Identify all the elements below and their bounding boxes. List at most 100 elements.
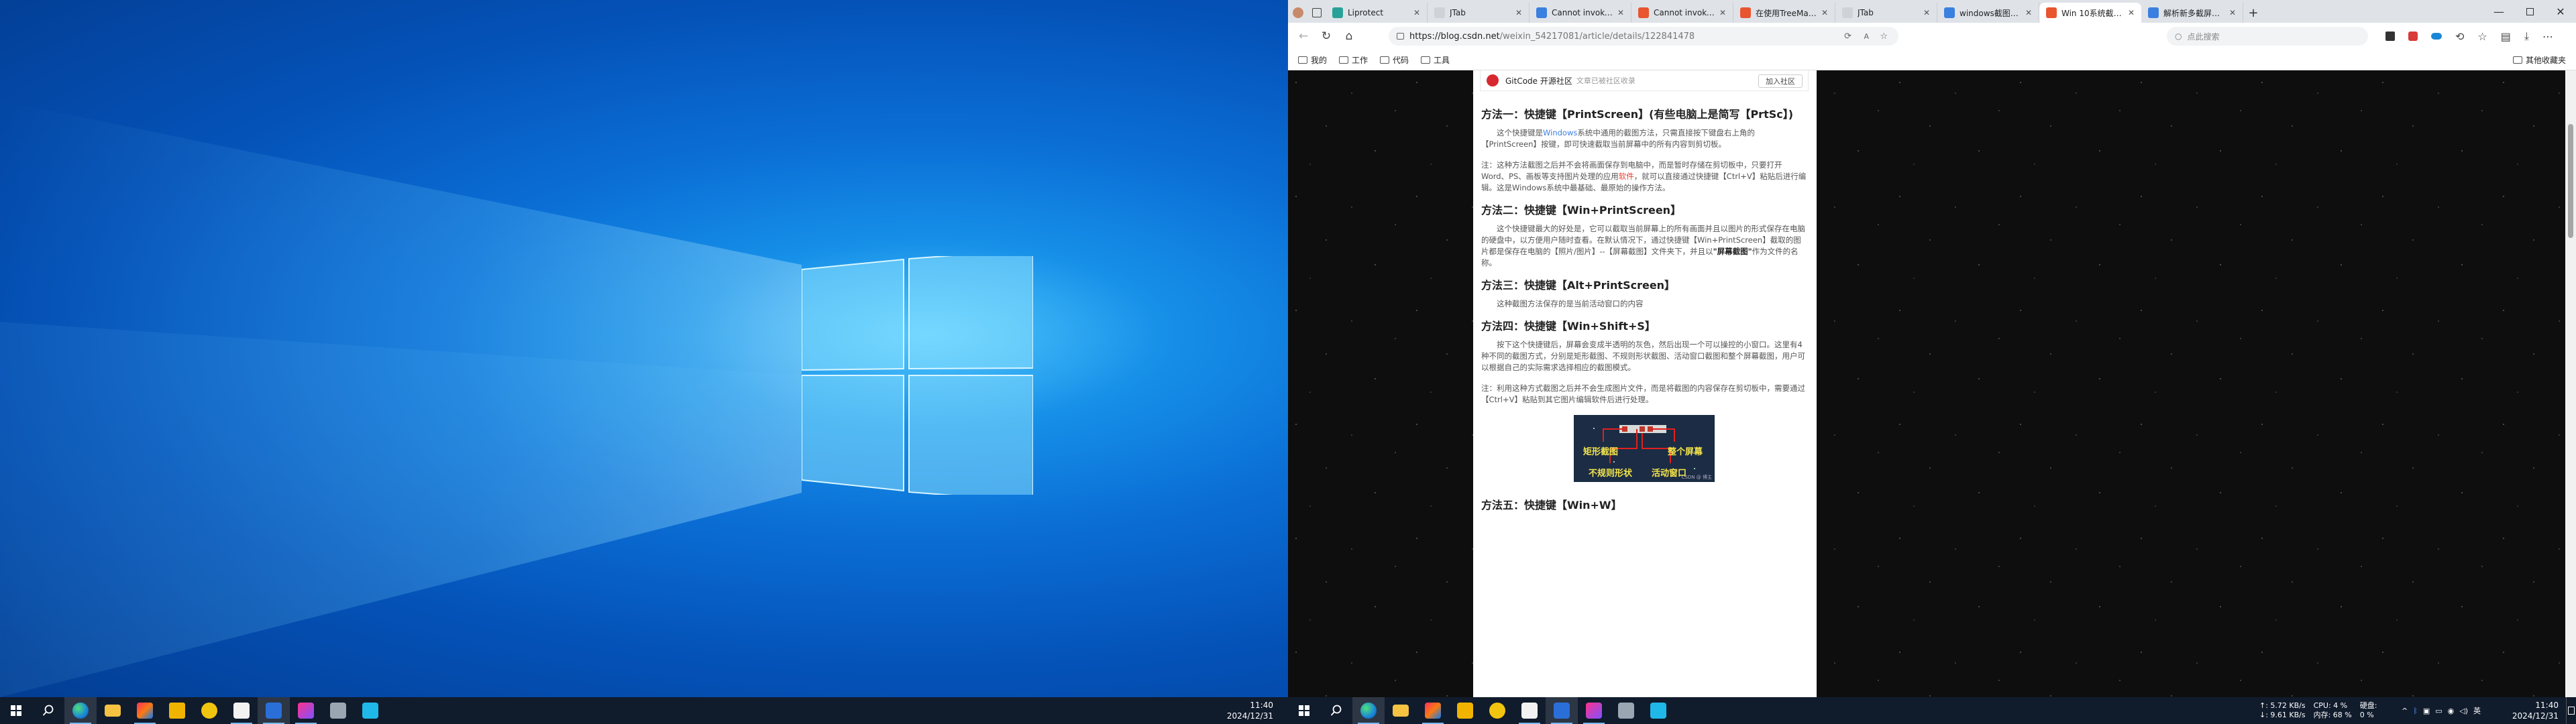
extensions-icon[interactable]: ⟲ bbox=[2455, 30, 2464, 43]
home-button[interactable]: ⌂ bbox=[1338, 25, 1360, 48]
start-button[interactable] bbox=[1288, 697, 1320, 724]
taskbar-file-explorer[interactable] bbox=[97, 697, 129, 724]
reader-icon[interactable]: ⟳ bbox=[1844, 32, 1851, 42]
taskbar-edge[interactable] bbox=[1352, 697, 1385, 724]
taskbar-app-jetbrains[interactable] bbox=[1578, 697, 1610, 724]
gray-app-icon bbox=[330, 703, 346, 719]
bluetooth-icon[interactable]: ᛒ bbox=[2413, 707, 2418, 715]
tab-close-icon[interactable]: ✕ bbox=[2128, 8, 2135, 17]
browser-tab[interactable]: 在使用TreeMap时遇到 ✕ bbox=[1733, 3, 1835, 23]
folder-icon bbox=[1298, 56, 1307, 64]
windows-link[interactable]: Windows bbox=[1543, 128, 1577, 137]
bookmark-folder-2[interactable]: 代码 bbox=[1374, 52, 1415, 68]
other-favorites[interactable]: 其他收藏夹 bbox=[2507, 52, 2572, 68]
favorite-star-icon[interactable]: ☆ bbox=[1880, 32, 1888, 42]
tab-close-icon[interactable]: ✕ bbox=[1923, 8, 1930, 17]
software-link[interactable]: 软件 bbox=[1619, 172, 1634, 181]
tab-title: Cannot invoke "java.la bbox=[1552, 8, 1613, 17]
address-bar[interactable]: https://blog.csdn.net/weixin_54217081/ar… bbox=[1389, 27, 1898, 46]
search-placeholder: 点此搜索 bbox=[2187, 32, 2220, 42]
tab-close-icon[interactable]: ✕ bbox=[1821, 8, 1828, 17]
taskbar-app-pointer[interactable] bbox=[1546, 697, 1578, 724]
address-url: https://blog.csdn.net/weixin_54217081/ar… bbox=[1409, 31, 1695, 42]
notification-button[interactable] bbox=[2566, 697, 2576, 724]
search-button[interactable] bbox=[1320, 697, 1352, 724]
desktop-wallpaper bbox=[0, 0, 1288, 697]
cpu-usage: CPU: 4 % bbox=[2313, 701, 2348, 710]
download-icon[interactable]: ⤓ bbox=[2524, 29, 2529, 43]
scrollbar-thumb[interactable] bbox=[2568, 124, 2573, 238]
community-name[interactable]: GitCode 开源社区 bbox=[1505, 75, 1572, 86]
browser-tab[interactable]: Cannot invoke "java.la ✕ bbox=[1631, 3, 1733, 23]
taskbar-app-gray[interactable] bbox=[1610, 697, 1642, 724]
pointer-app-icon bbox=[266, 703, 282, 719]
browser-tab[interactable]: Liprotect ✕ bbox=[1326, 3, 1428, 23]
folder-icon bbox=[105, 705, 121, 717]
cloud-icon[interactable] bbox=[2431, 33, 2442, 40]
taskbar-store[interactable] bbox=[161, 697, 193, 724]
battery-icon[interactable]: ▭ bbox=[2435, 707, 2442, 715]
bookmark-folder-0[interactable]: 我的 bbox=[1292, 52, 1333, 68]
taskbar-app-yellow[interactable] bbox=[1481, 697, 1513, 724]
favorites-icon[interactable]: ☆ bbox=[2477, 30, 2487, 43]
taskbar-app-pointer[interactable] bbox=[258, 697, 290, 724]
language-icon[interactable]: 英 bbox=[2473, 705, 2481, 716]
taskbar-app-blue[interactable] bbox=[354, 697, 386, 724]
taskbar-app-yellow[interactable] bbox=[193, 697, 225, 724]
taskbar-edge[interactable] bbox=[64, 697, 97, 724]
join-community-button[interactable]: 加入社区 bbox=[1758, 74, 1803, 88]
taskbar-app-white[interactable] bbox=[1513, 697, 1546, 724]
clock-time: 11:40 bbox=[1250, 701, 1273, 710]
search-button[interactable] bbox=[32, 697, 64, 724]
close-button[interactable]: ✕ bbox=[2545, 0, 2576, 23]
read-aloud-icon[interactable]: A bbox=[1864, 32, 1869, 41]
browser-tab[interactable]: 解析新多截屏动的 - E ✕ bbox=[2141, 3, 2243, 23]
taskbar-app-jetbrains[interactable] bbox=[290, 697, 322, 724]
cpu-mem: CPU: 4 % 内存: 68 % bbox=[2314, 701, 2352, 720]
more-icon[interactable]: ⋯ bbox=[2542, 30, 2553, 43]
back-button[interactable]: ← bbox=[1292, 25, 1315, 48]
maximize-button[interactable] bbox=[2514, 0, 2545, 23]
browser-tab[interactable]: JTab ✕ bbox=[1428, 3, 1529, 23]
tab-close-icon[interactable]: ✕ bbox=[1413, 8, 1420, 17]
extension-red-icon[interactable] bbox=[2408, 32, 2418, 41]
split-screen-icon[interactable]: ▤ bbox=[2501, 30, 2511, 43]
tab-close-icon[interactable]: ✕ bbox=[2025, 8, 2032, 17]
search-input[interactable]: ○ 点此搜索 bbox=[2167, 27, 2368, 46]
browser-tab[interactable]: Win 10系统截图的7种 ✕ bbox=[2039, 3, 2141, 23]
minimize-icon: — bbox=[2493, 5, 2504, 18]
taskbar-intellij[interactable] bbox=[129, 697, 161, 724]
new-tab-button[interactable]: + bbox=[2243, 3, 2263, 23]
tab-close-icon[interactable]: ✕ bbox=[2229, 8, 2236, 17]
start-button[interactable] bbox=[0, 697, 32, 724]
taskbar-app-white[interactable] bbox=[225, 697, 258, 724]
taskbar-file-explorer[interactable] bbox=[1385, 697, 1417, 724]
tab-favicon-icon bbox=[1842, 7, 1853, 18]
network-icon[interactable]: ◉ bbox=[2448, 707, 2455, 715]
refresh-button[interactable]: ↻ bbox=[1315, 25, 1338, 48]
profile-button[interactable] bbox=[1288, 3, 1308, 23]
white-app-icon bbox=[233, 703, 250, 719]
bookmark-folder-3[interactable]: 工具 bbox=[1415, 52, 1456, 68]
volume-icon[interactable]: ◁) bbox=[2459, 707, 2468, 715]
taskbar-app-gray[interactable] bbox=[322, 697, 354, 724]
tab-actions-button[interactable] bbox=[1308, 3, 1326, 23]
tab-close-icon[interactable]: ✕ bbox=[1617, 8, 1624, 17]
browser-tab[interactable]: JTab ✕ bbox=[1835, 3, 1937, 23]
tab-title: Liprotect bbox=[1348, 8, 1384, 17]
tab-close-icon[interactable]: ✕ bbox=[1515, 8, 1522, 17]
tab-close-icon[interactable]: ✕ bbox=[1719, 8, 1726, 17]
browser-tab[interactable]: windows截图快捷键 ✕ bbox=[1937, 3, 2039, 23]
minimize-button[interactable]: — bbox=[2483, 0, 2514, 23]
browser-tab[interactable]: Cannot invoke "java.la ✕ bbox=[1529, 3, 1631, 23]
taskbar-app-blue[interactable] bbox=[1642, 697, 1674, 724]
taskbar-intellij[interactable] bbox=[1417, 697, 1449, 724]
chevron-up-icon[interactable]: ^ bbox=[2402, 707, 2408, 715]
folder-icon bbox=[1339, 56, 1349, 64]
taskbar-clock-left[interactable]: 11:40 2024/12/31 bbox=[1227, 697, 1288, 724]
collections-icon[interactable] bbox=[2385, 32, 2395, 41]
bookmark-folder-1[interactable]: 工作 bbox=[1333, 52, 1374, 68]
input-method-icon[interactable]: ▣ bbox=[2423, 707, 2430, 715]
taskbar-store[interactable] bbox=[1449, 697, 1481, 724]
page-scrollbar[interactable] bbox=[2565, 70, 2576, 697]
